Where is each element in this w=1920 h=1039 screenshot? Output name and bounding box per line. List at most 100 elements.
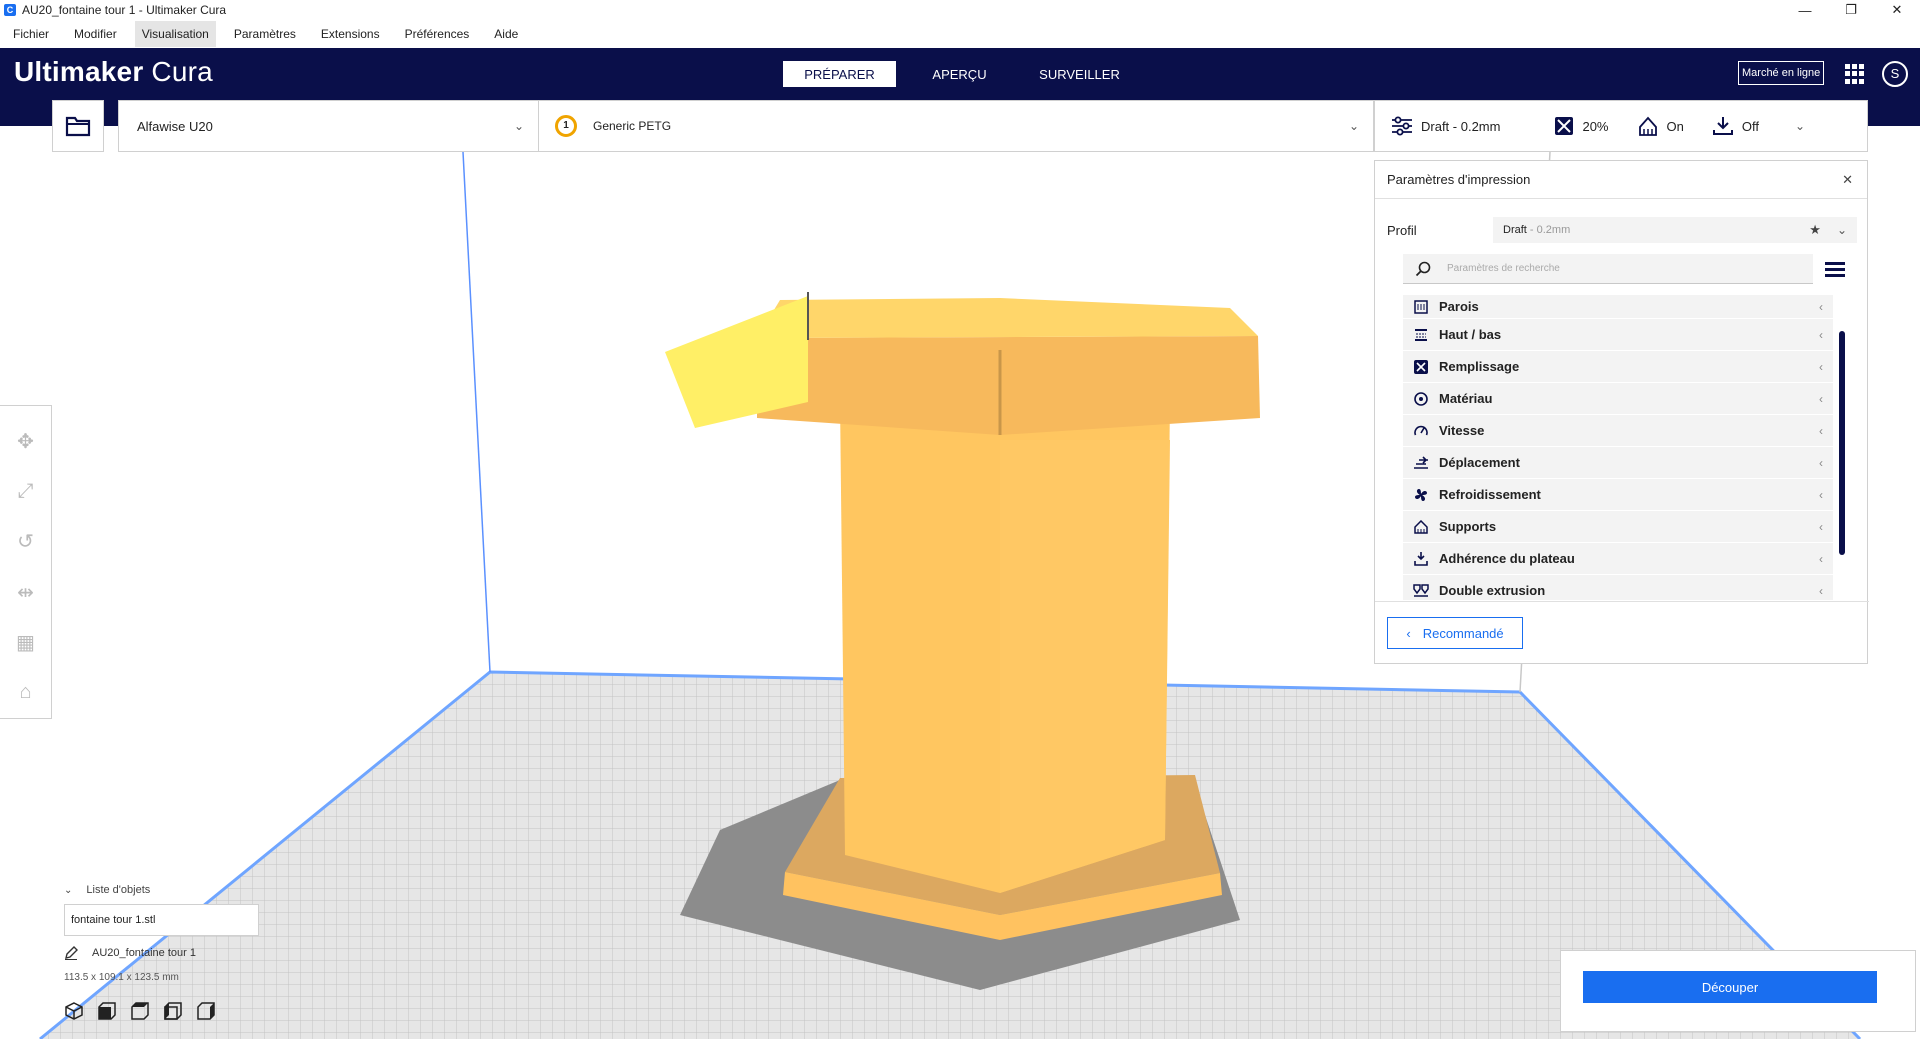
marketplace-button[interactable]: Marché en ligne xyxy=(1738,61,1825,85)
print-settings-panel: Paramètres d'impression ✕ Profil Draft -… xyxy=(1374,160,1869,665)
logo-brand: Ultimaker xyxy=(14,56,144,87)
pencil-icon xyxy=(65,946,78,960)
profile-label: Profil xyxy=(1387,222,1417,238)
chevron-left-icon: ‹ xyxy=(1819,327,1823,342)
category-infill[interactable]: Remplissage ‹ xyxy=(1403,351,1833,383)
cooling-icon xyxy=(1413,487,1429,503)
chevron-left-icon: ‹ xyxy=(1819,519,1823,534)
speed-icon xyxy=(1413,423,1429,439)
minimize-button[interactable]: — xyxy=(1782,0,1828,20)
object-file-name: fontaine tour 1.stl xyxy=(71,914,156,926)
job-name-row[interactable]: AU20_fontaine tour 1 xyxy=(64,946,264,960)
support-blocker-icon[interactable]: ⌂ xyxy=(8,676,44,710)
adhesion-summary: Off xyxy=(1712,116,1759,136)
camera-view-buttons xyxy=(64,1001,264,1021)
extruder-badge: 1 xyxy=(555,115,577,137)
maximize-button[interactable]: ❐ xyxy=(1828,0,1874,20)
menu-aide[interactable]: Aide xyxy=(487,21,525,47)
settings-scrollbar[interactable] xyxy=(1839,331,1845,555)
view-top-icon[interactable] xyxy=(130,1001,152,1021)
tab-surveiller[interactable]: SURVEILLER xyxy=(1023,61,1136,87)
model-top-cup xyxy=(757,336,1260,435)
print-settings-bar[interactable]: Draft - 0.2mm 20% On Off ⌄ xyxy=(1374,100,1868,152)
menu-visualisation[interactable]: Visualisation xyxy=(134,21,216,47)
profile-dropdown[interactable]: Draft - 0.2mm ★ ⌄ xyxy=(1493,217,1857,243)
close-icon[interactable]: ✕ xyxy=(1842,172,1853,188)
ultimaker-cura-logo: Ultimaker Cura xyxy=(14,56,213,88)
settings-search-input[interactable]: Paramètres de recherche xyxy=(1403,254,1813,284)
panel-header: Paramètres d'impression ✕ xyxy=(1375,161,1867,199)
mirror-tool-icon[interactable]: ⇹ xyxy=(8,575,44,609)
stage-tabs: PRÉPARER APERÇU SURVEILLER xyxy=(783,61,1143,87)
menu-extensions[interactable]: Extensions xyxy=(314,21,387,47)
logo-product: Cura xyxy=(151,56,213,87)
settings-visibility-menu-icon[interactable] xyxy=(1825,259,1845,280)
menu-preferences[interactable]: Préférences xyxy=(398,21,477,47)
category-walls[interactable]: Parois ‹ xyxy=(1403,295,1833,319)
window-titlebar: C AU20_fontaine tour 1 - Ultimaker Cura … xyxy=(0,0,1920,20)
settings-category-list: Parois ‹ Haut / bas ‹ Remplissage ‹ Maté… xyxy=(1403,295,1833,600)
material-icon xyxy=(1413,391,1429,407)
menu-parametres[interactable]: Paramètres xyxy=(227,21,303,47)
support-icon xyxy=(1413,519,1429,535)
view-front-icon[interactable] xyxy=(97,1001,119,1021)
view-right-icon[interactable] xyxy=(196,1001,218,1021)
printer-dropdown[interactable]: Alfawise U20 ⌄ xyxy=(119,101,539,151)
chevron-left-icon: ‹ xyxy=(1819,551,1823,566)
star-icon[interactable]: ★ xyxy=(1809,222,1821,238)
category-travel[interactable]: Déplacement ‹ xyxy=(1403,447,1833,479)
panel-footer: ‹ Recommandé xyxy=(1375,601,1869,665)
profile-suffix: - 0.2mm xyxy=(1526,224,1571,236)
chevron-left-icon: ‹ xyxy=(1819,423,1823,438)
chevron-left-icon: ‹ xyxy=(1819,391,1823,406)
category-dual-extrusion[interactable]: Double extrusion ‹ xyxy=(1403,575,1833,600)
recommended-mode-button[interactable]: ‹ Recommandé xyxy=(1387,617,1523,649)
material-dropdown[interactable]: 1 Generic PETG ⌄ xyxy=(539,101,1373,151)
apps-grid-icon[interactable] xyxy=(1845,64,1865,84)
view-3d-icon[interactable] xyxy=(64,1001,86,1021)
support-summary: On xyxy=(1637,116,1684,136)
move-tool-icon[interactable]: ✥ xyxy=(8,424,44,458)
tab-apercu[interactable]: APERÇU xyxy=(903,61,1016,87)
category-support[interactable]: Supports ‹ xyxy=(1403,511,1833,543)
object-list-item[interactable]: fontaine tour 1.stl xyxy=(64,904,259,936)
recommended-label: Recommandé xyxy=(1422,625,1504,641)
menu-modifier[interactable]: Modifier xyxy=(67,21,124,47)
chevron-left-icon: ‹ xyxy=(1819,299,1823,314)
support-icon xyxy=(1638,116,1657,136)
account-avatar[interactable]: S xyxy=(1882,61,1908,87)
category-material[interactable]: Matériau ‹ xyxy=(1403,383,1833,415)
model-dimensions: 113.5 x 109.1 x 123.5 mm xyxy=(64,972,179,983)
tab-preparer[interactable]: PRÉPARER xyxy=(783,61,896,87)
category-adhesion[interactable]: Adhérence du plateau ‹ xyxy=(1403,543,1833,575)
category-top-bottom[interactable]: Haut / bas ‹ xyxy=(1403,319,1833,351)
category-cooling[interactable]: Refroidissement ‹ xyxy=(1403,479,1833,511)
menu-fichier[interactable]: Fichier xyxy=(6,21,56,47)
chevron-down-icon: ⌄ xyxy=(513,119,524,133)
adhesion-icon xyxy=(1712,117,1733,135)
chevron-left-icon: ‹ xyxy=(1406,625,1411,641)
object-list: ⌄ Liste d'objets fontaine tour 1.stl AU2… xyxy=(64,882,264,1021)
category-speed[interactable]: Vitesse ‹ xyxy=(1403,415,1833,447)
close-window-button[interactable]: ✕ xyxy=(1874,0,1920,20)
profile-summary: Draft - 0.2mm xyxy=(1391,116,1500,136)
window-title: AU20_fontaine tour 1 - Ultimaker Cura xyxy=(22,3,227,17)
printer-name: Alfawise U20 xyxy=(137,118,213,134)
open-file-button[interactable] xyxy=(52,100,104,152)
walls-icon xyxy=(1413,299,1429,315)
chevron-left-icon: ‹ xyxy=(1819,487,1823,502)
adhesion-value: Off xyxy=(1741,118,1759,134)
search-placeholder: Paramètres de recherche xyxy=(1447,263,1560,274)
per-model-settings-icon[interactable]: ▦ xyxy=(8,625,44,659)
view-left-icon[interactable] xyxy=(163,1001,185,1021)
rotate-tool-icon[interactable]: ↺ xyxy=(8,525,44,559)
profile-summary-label: Draft - 0.2mm xyxy=(1421,118,1501,134)
slice-button[interactable]: Découper xyxy=(1583,971,1877,1003)
dual-extrusion-icon xyxy=(1413,583,1429,599)
infill-icon xyxy=(1413,359,1429,375)
scale-tool-icon[interactable]: ⤢ xyxy=(8,474,44,508)
folder-icon xyxy=(65,116,91,137)
chevron-left-icon: ‹ xyxy=(1819,359,1823,374)
object-list-toggle[interactable]: ⌄ Liste d'objets xyxy=(64,882,264,898)
infill-value: 20% xyxy=(1582,118,1609,134)
